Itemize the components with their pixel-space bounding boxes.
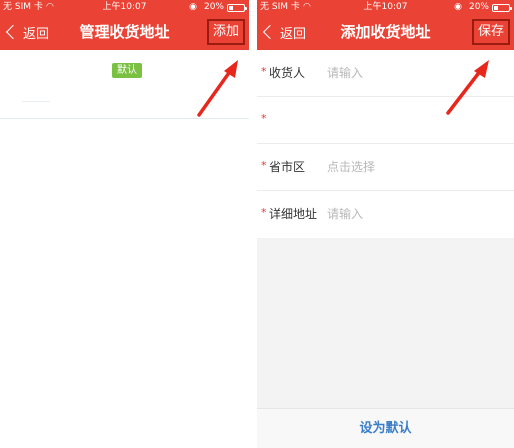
default-badge: 默认 (112, 63, 142, 78)
pointer-arrow-icon (197, 60, 238, 117)
required-star: * (261, 159, 267, 172)
battery-icon (492, 4, 512, 12)
screen-gap (249, 0, 257, 448)
region-row[interactable]: * 省市区 点击选择 (257, 144, 514, 191)
battery-icon (227, 4, 247, 12)
address-input[interactable]: 请输入 (327, 205, 363, 223)
pointer-arrow-icon (446, 60, 489, 115)
save-button[interactable]: 保存 (472, 19, 510, 45)
app-header: 无 SIM 卡 ◠ 上午10:07 ◉ 20% 返回 管理收货地址 添加 (0, 0, 249, 50)
alarm-icon: ◉ (189, 2, 197, 12)
add-address-screen: 无 SIM 卡 ◠ 上午10:07 ◉ 20% 返回 添加收货地址 保存 * 收… (257, 0, 514, 448)
app-header: 无 SIM 卡 ◠ 上午10:07 ◉ 20% 返回 添加收货地址 保存 (257, 0, 514, 50)
recipient-input[interactable]: 请输入 (327, 64, 363, 82)
nav-bar: 返回 管理收货地址 添加 (0, 14, 249, 50)
faint-divider (22, 101, 50, 102)
address-row[interactable]: * 详细地址 请输入 (257, 191, 514, 238)
tutorial-screenshot: 无 SIM 卡 ◠ 上午10:07 ◉ 20% 返回 管理收货地址 添加 默认 (0, 0, 514, 448)
region-select[interactable]: 点击选择 (327, 158, 375, 176)
status-bar: 无 SIM 卡 ◠ 上午10:07 ◉ 20% (257, 0, 514, 14)
region-label: 省市区 (269, 160, 306, 174)
required-star: * (261, 65, 267, 78)
alarm-icon: ◉ (454, 2, 462, 12)
address-label: 详细地址 (269, 207, 318, 221)
recipient-label: 收货人 (269, 66, 306, 80)
set-default-button[interactable]: 设为默认 (257, 408, 514, 448)
battery-percent: 20% (203, 2, 224, 12)
nav-bar: 返回 添加收货地址 保存 (257, 14, 514, 50)
required-star: * (261, 112, 267, 125)
battery-percent: 20% (468, 2, 489, 12)
add-button[interactable]: 添加 (207, 19, 245, 45)
status-bar: 无 SIM 卡 ◠ 上午10:07 ◉ 20% (0, 0, 249, 14)
required-star: * (261, 206, 267, 219)
manage-address-screen: 无 SIM 卡 ◠ 上午10:07 ◉ 20% 返回 管理收货地址 添加 默认 (0, 0, 249, 448)
